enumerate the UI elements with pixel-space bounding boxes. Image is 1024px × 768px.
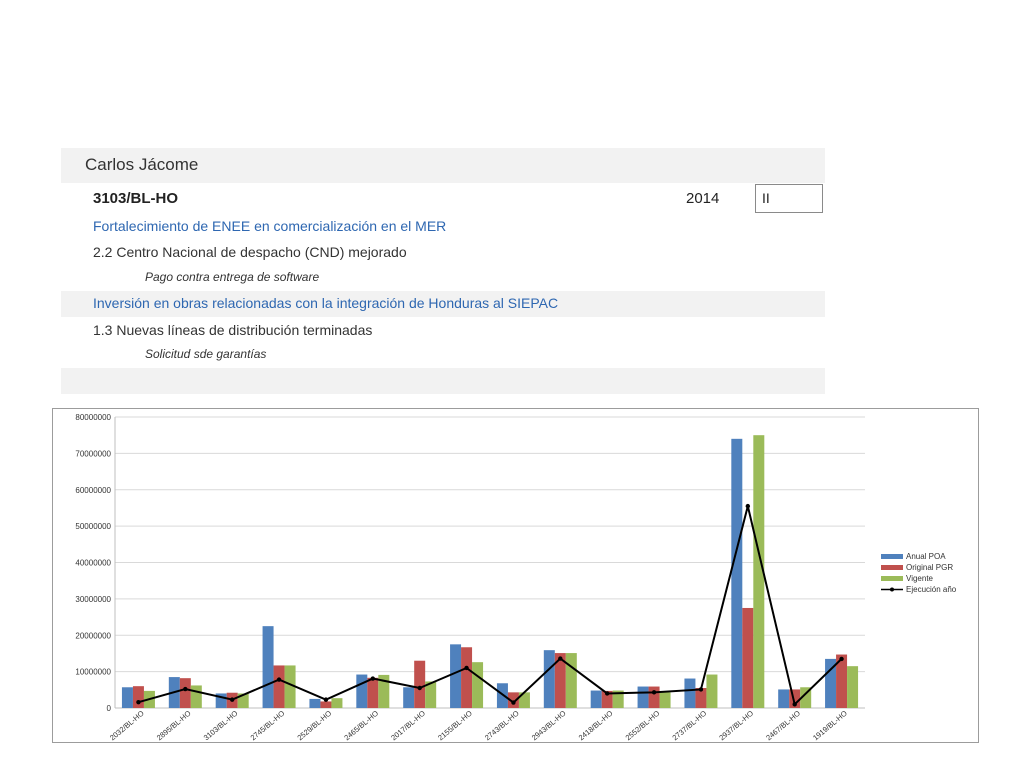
project-sub-2: Solicitud sde garantías [145, 347, 267, 361]
legend-label: Original PGR [906, 563, 953, 572]
bar-anual-poa [731, 438, 743, 708]
x-tick-label: 2552/BL-HO [624, 709, 662, 742]
y-tick-label: 10000000 [75, 668, 111, 677]
line-point [839, 656, 844, 662]
x-tick-label: 2943/BL-HO [530, 709, 568, 742]
bar-anual-poa [450, 644, 462, 708]
bar-vigente [659, 692, 671, 708]
footer-band [61, 368, 825, 394]
bar-anual-poa [778, 689, 790, 708]
y-tick-label: 70000000 [75, 449, 111, 458]
y-tick-label: 20000000 [75, 631, 111, 640]
project-sub-1: Pago contra entrega de software [145, 270, 320, 284]
line-point [323, 697, 329, 702]
bar-anual-poa [684, 678, 696, 708]
bar-original-pgr [367, 677, 379, 708]
x-tick-label: 2743/BL-HO [483, 709, 521, 742]
line-point [604, 691, 610, 696]
line-point [276, 677, 282, 682]
bar-anual-poa [403, 687, 415, 708]
x-tick-label: 2467/BL-HO [764, 709, 802, 742]
bar-anual-poa [590, 690, 602, 708]
bar-original-pgr [320, 701, 332, 708]
bar-original-pgr [273, 665, 285, 708]
bar-anual-poa [121, 687, 133, 708]
bar-original-pgr [179, 678, 191, 708]
bar-original-pgr [414, 660, 426, 708]
y-tick-label: 60000000 [75, 486, 111, 495]
x-tick-label: 2529/BL-HO [295, 709, 333, 742]
line-point [136, 699, 141, 705]
x-tick-label: 2745/BL-HO [249, 709, 287, 742]
legend-label: Anual POA [906, 552, 946, 561]
x-tick-label: 2418/BL-HO [577, 709, 615, 742]
bar-anual-poa [637, 686, 649, 708]
bar-anual-poa [543, 650, 555, 708]
person-name: Carlos Jácome [85, 155, 199, 174]
y-tick-label: 40000000 [75, 559, 111, 568]
bar-anual-poa [356, 674, 368, 708]
bar-vigente [565, 653, 577, 708]
quarter-input[interactable]: II [755, 184, 823, 213]
operation-code: 3103/BL-HO [93, 190, 179, 207]
y-tick-label: 0 [107, 704, 112, 713]
project-item-1: 2.2 Centro Nacional de despacho (CND) me… [93, 244, 407, 260]
bar-line-chart: 0 10000000 20000000 30000000 40000000 5000000… [75, 413, 957, 742]
y-tick-label: 30000000 [75, 595, 111, 604]
bar-vigente [472, 662, 484, 708]
line-point [229, 697, 235, 702]
line-point [417, 685, 422, 691]
line-point [558, 656, 563, 661]
line-point [183, 686, 188, 692]
bar-anual-poa [309, 698, 321, 708]
legend-label: Vigente [906, 574, 934, 583]
legend-swatch [881, 554, 903, 559]
project-panel: Carlos Jácome 3103/BL-HO 2014 II Fortale… [61, 148, 825, 394]
bar-original-pgr [132, 686, 144, 708]
bar-vigente [847, 666, 859, 708]
line-point [792, 702, 797, 707]
bar-vigente [706, 674, 718, 708]
x-tick-label: 3103/BL-HO [202, 709, 240, 742]
bar-vigente [331, 698, 343, 708]
project-title-2: Inversión en obras relacionadas con la i… [93, 295, 559, 311]
legend-label: Ejecución año [906, 585, 957, 594]
x-tick-label: 2737/BL-HO [670, 709, 708, 742]
chart-frame: 0 10000000 20000000 30000000 40000000 5000000… [52, 408, 979, 743]
x-tick-label: 2937/BL-HO [717, 709, 755, 742]
line-point [745, 503, 751, 509]
legend-swatch [881, 576, 903, 581]
bar-original-pgr [461, 647, 473, 708]
line-point [651, 690, 657, 695]
legend-swatch [881, 565, 903, 570]
line-point [464, 665, 469, 671]
x-tick-label: 2465/BL-HO [342, 709, 380, 742]
project-item-2: 1.3 Nuevas líneas de distribución termin… [93, 322, 373, 338]
year-value: 2014 [686, 190, 720, 207]
y-tick-label: 80000000 [75, 413, 111, 422]
line-point [698, 687, 704, 692]
legend-marker [890, 587, 894, 592]
x-tick-label: 1919/BL-HO [811, 709, 849, 742]
x-tick-label: 2155/BL-HO [436, 709, 474, 742]
bar-original-pgr [648, 686, 660, 708]
line-point [511, 700, 516, 705]
line-point [370, 676, 376, 681]
bar-anual-poa [262, 626, 274, 708]
bar-vigente [190, 685, 202, 708]
project-title-1: Fortalecimiento de ENEE en comercializac… [93, 218, 447, 234]
bar-original-pgr [742, 607, 754, 708]
x-tick-label: 2895/BL-HO [155, 709, 193, 742]
y-tick-label: 50000000 [75, 522, 111, 531]
x-tick-label: 2032/BL-HO [108, 709, 146, 742]
x-tick-label: 2017/BL-HO [389, 709, 427, 742]
